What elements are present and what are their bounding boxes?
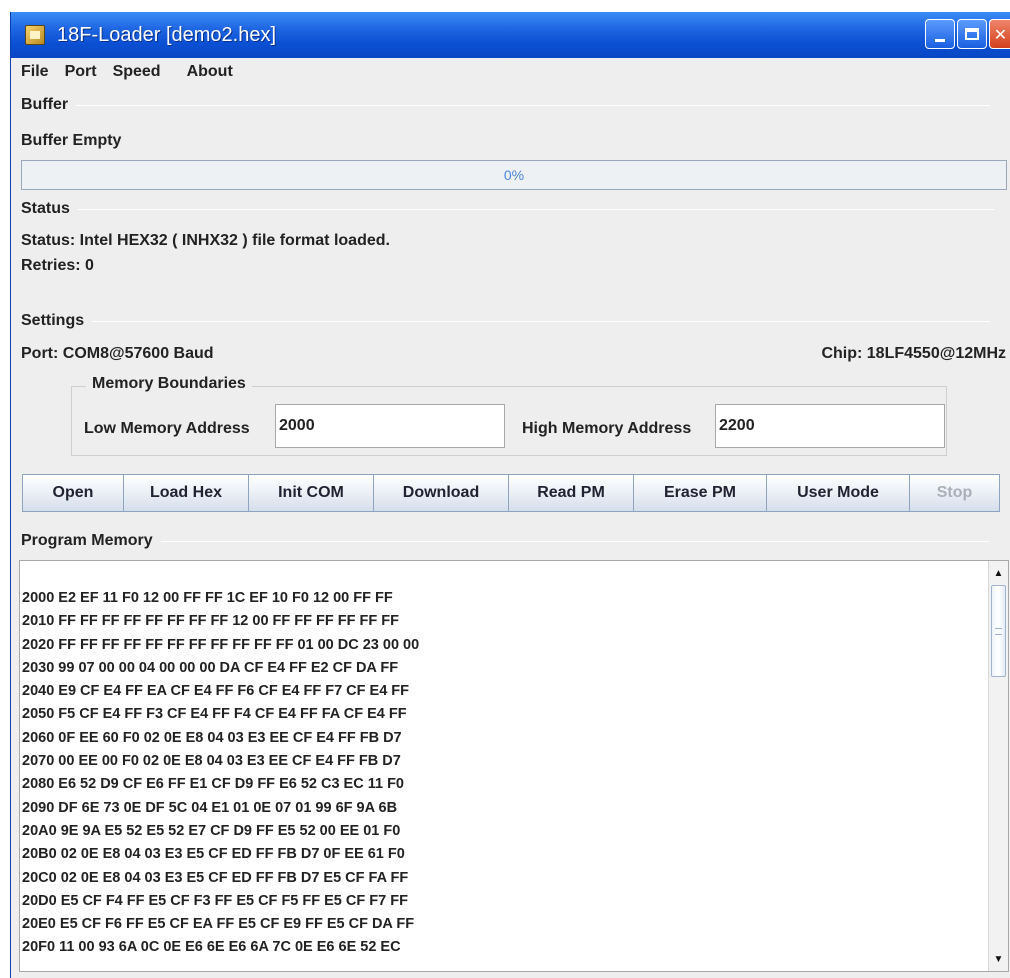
- scroll-up-icon[interactable]: ▲: [989, 563, 1008, 583]
- status-section-title: Status: [21, 200, 994, 218]
- app-window: 18F-Loader [demo2.hex] ✕ File Port Speed…: [10, 12, 1010, 978]
- menu-port[interactable]: Port: [57, 63, 105, 81]
- maximize-icon: [965, 28, 979, 40]
- port-info: Port: COM8@57600 Baud: [21, 345, 214, 362]
- low-memory-label: Low Memory Address: [84, 420, 250, 437]
- init-com-button[interactable]: Init COM: [248, 474, 374, 512]
- scroll-down-icon[interactable]: ▼: [989, 949, 1008, 969]
- memory-line: 2010 FF FF FF FF FF FF FF FF 12 00 FF FF…: [22, 613, 399, 630]
- close-button[interactable]: ✕: [989, 19, 1010, 49]
- maximize-button[interactable]: [957, 19, 987, 49]
- program-memory-view[interactable]: 2000 E2 EF 11 F0 12 00 FF FF 1C EF 10 F0…: [19, 560, 1009, 972]
- buffer-title-text: Buffer: [21, 96, 69, 113]
- section-divider: [77, 208, 994, 210]
- memory-line: 20B0 02 0E E8 04 03 E3 E5 CF ED FF FB D7…: [22, 846, 405, 863]
- section-divider: [92, 320, 991, 322]
- settings-title-text: Settings: [21, 312, 85, 329]
- memory-line: 2060 0F EE 60 F0 02 0E E8 04 03 E3 EE CF…: [22, 729, 402, 746]
- high-memory-address-input[interactable]: 2200: [715, 404, 945, 448]
- menu-bar: File Port Speed About: [11, 58, 1010, 86]
- scroll-thumb[interactable]: [991, 585, 1006, 677]
- title-bar[interactable]: 18F-Loader [demo2.hex] ✕: [11, 12, 1010, 58]
- menu-file[interactable]: File: [11, 63, 57, 81]
- memory-line: 20E0 E5 CF F6 FF E5 CF EA FF E5 CF E9 FF…: [22, 916, 415, 933]
- memory-line: 20A0 9E 9A E5 52 E5 52 E7 CF D9 FF E5 52…: [22, 822, 401, 839]
- memory-line: 20F0 11 00 93 6A 0C 0E E6 6E E6 6A 7C 0E…: [22, 939, 401, 956]
- program-memory-section-title: Program Memory: [21, 532, 989, 550]
- memory-line: 2020 FF FF FF FF FF FF FF FF FF FF FF 01…: [22, 636, 420, 653]
- read-pm-button[interactable]: Read PM: [508, 474, 634, 512]
- vertical-scrollbar[interactable]: ▲ ▼: [988, 561, 1008, 971]
- erase-pm-button[interactable]: Erase PM: [633, 474, 767, 512]
- memory-line: 20D0 E5 CF F4 FF E5 CF F3 FF E5 CF F5 FF…: [22, 892, 408, 909]
- close-icon: ✕: [993, 24, 1008, 44]
- action-buttons: Open Load Hex Init COM Download Read PM …: [22, 474, 1000, 512]
- status-title-text: Status: [21, 200, 70, 217]
- menu-about[interactable]: About: [179, 63, 241, 81]
- memory-line: 2040 E9 CF E4 FF EA CF E4 FF F6 CF E4 FF…: [22, 683, 410, 700]
- window-controls: ✕: [925, 19, 1010, 49]
- stop-button: Stop: [909, 474, 1000, 512]
- memory-line: 2050 F5 CF E4 FF F3 CF E4 FF F4 CF E4 FF…: [22, 706, 407, 723]
- memory-line: 20C0 02 0E E8 04 03 E3 E5 CF ED FF FB D7…: [22, 869, 409, 886]
- high-memory-label: High Memory Address: [522, 420, 692, 437]
- memory-line: 2070 00 EE 00 F0 02 0E E8 04 03 E3 EE CF…: [22, 753, 401, 770]
- download-button[interactable]: Download: [373, 474, 509, 512]
- section-divider: [160, 540, 989, 542]
- status-message: Status: Intel HEX32 ( INHX32 ) file form…: [21, 232, 390, 249]
- memory-line: 2030 99 07 00 00 04 00 00 00 DA CF E4 FF…: [22, 659, 399, 676]
- menu-speed[interactable]: Speed: [105, 63, 169, 81]
- buffer-section-title: Buffer: [21, 96, 991, 114]
- java-app-icon: [25, 25, 45, 45]
- load-hex-button[interactable]: Load Hex: [123, 474, 249, 512]
- settings-section-title: Settings: [21, 312, 991, 330]
- minimize-icon: [935, 38, 945, 42]
- program-memory-title-text: Program Memory: [21, 532, 153, 549]
- memory-line: 2080 E6 52 D9 CF E6 FF E1 CF D9 FF E6 52…: [22, 776, 404, 793]
- chip-info: Chip: 18LF4550@12MHz: [821, 345, 1006, 362]
- low-memory-address-input[interactable]: 2000: [275, 404, 505, 448]
- open-button[interactable]: Open: [22, 474, 124, 512]
- section-divider: [76, 104, 991, 106]
- user-mode-button[interactable]: User Mode: [766, 474, 910, 512]
- memory-boundaries-group: Memory Boundaries Low Memory Address 200…: [71, 375, 947, 456]
- progress-percent: 0%: [503, 167, 525, 183]
- memory-lines: 2000 E2 EF 11 F0 12 00 FF FF 1C EF 10 F0…: [22, 587, 419, 960]
- memory-line: 2000 E2 EF 11 F0 12 00 FF FF 1C EF 10 F0…: [22, 590, 393, 606]
- window-title: 18F-Loader [demo2.hex]: [57, 23, 277, 46]
- minimize-button[interactable]: [925, 19, 955, 49]
- memory-line: 2090 DF 6E 73 0E DF 5C 04 E1 01 0E 07 01…: [22, 799, 398, 816]
- retries-count: Retries: 0: [21, 257, 94, 274]
- memory-boundaries-title: Memory Boundaries: [86, 375, 252, 393]
- buffer-state: Buffer Empty: [21, 132, 122, 149]
- buffer-progress-bar: 0%: [21, 160, 1007, 190]
